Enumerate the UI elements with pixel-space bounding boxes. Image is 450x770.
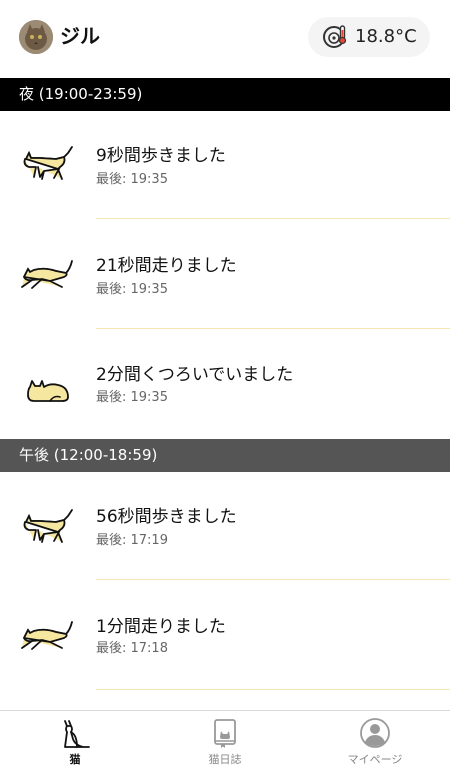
activity-title: 56秒間歩きました	[96, 507, 237, 527]
activity-row[interactable]: 1分間走りました 最後: 17:18	[0, 582, 450, 692]
activity-row[interactable]: 21秒間走りました 最後: 19:35	[0, 221, 450, 331]
activity-row[interactable]: 56秒間歩きました 最後: 17:19	[0, 472, 450, 582]
activity-last-time: 最後: 17:18	[96, 641, 168, 656]
activity-title: 1分間走りました	[96, 617, 226, 637]
tab-cat-label: 猫	[69, 753, 81, 766]
activity-title: 21秒間走りました	[96, 256, 237, 276]
activity-last-time: 最後: 19:35	[96, 390, 168, 405]
activity-title: 9秒間歩きました	[96, 146, 226, 166]
cat-avatar[interactable]	[19, 20, 53, 54]
running-cat-icon	[21, 260, 73, 289]
row-divider	[96, 328, 450, 329]
tab-cat-diary[interactable]: 猫日誌	[150, 711, 300, 770]
section-header-night: 夜 (19:00-23:59)	[0, 78, 450, 111]
tab-cat[interactable]: 猫	[0, 711, 150, 770]
activity-last-time: 最後: 19:35	[96, 172, 168, 187]
running-cat-icon	[21, 621, 73, 650]
resting-cat-icon	[27, 380, 69, 402]
profile-icon	[360, 718, 390, 748]
cat-name[interactable]: ジル	[60, 23, 100, 49]
activity-row[interactable]: 2分間くつろいでいました 最後: 19:35	[0, 331, 450, 441]
tab-cat-diary-label: 猫日誌	[208, 753, 242, 766]
row-divider	[96, 218, 450, 219]
temperature-value: 18.8°C	[355, 26, 417, 47]
activity-row[interactable]: 9秒間歩きました 最後: 19:35	[0, 111, 450, 221]
section-header-afternoon: 午後 (12:00-18:59)	[0, 439, 450, 472]
device-thermometer-icon	[323, 25, 347, 48]
row-divider	[96, 579, 450, 580]
top-header: ジル 18.8°C	[0, 0, 450, 78]
tab-my-page-label: マイページ	[347, 753, 403, 766]
walking-cat-icon	[23, 146, 73, 180]
cat-icon	[64, 720, 90, 748]
cat-diary-icon	[214, 719, 236, 748]
row-divider	[96, 689, 450, 690]
temperature-pill[interactable]: 18.8°C	[308, 17, 430, 57]
activity-last-time: 最後: 19:35	[96, 282, 168, 297]
walking-cat-icon	[23, 509, 73, 543]
bottom-tab-bar: 猫 猫日誌 マイページ	[0, 710, 450, 770]
activity-title: 2分間くつろいでいました	[96, 365, 294, 385]
activity-last-time: 最後: 17:19	[96, 533, 168, 548]
tab-my-page[interactable]: マイページ	[300, 711, 450, 770]
